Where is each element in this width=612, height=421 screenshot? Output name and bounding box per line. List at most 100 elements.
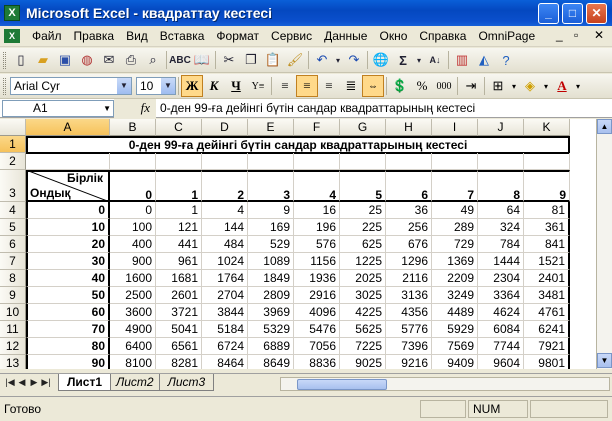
table-cell[interactable]: 1849 [248, 270, 294, 287]
cell-j2[interactable] [478, 153, 524, 170]
doc-close-icon[interactable]: ✕ [594, 28, 604, 42]
undo-icon[interactable]: ↶ [311, 49, 333, 71]
paste-icon[interactable]: 📋 [262, 49, 284, 71]
cell-d2[interactable] [202, 153, 248, 170]
permission-icon[interactable]: ◍ [76, 49, 98, 71]
cell-e2[interactable] [248, 153, 294, 170]
tens-header-cell[interactable]: 90 [26, 355, 110, 369]
autosum-dropdown-icon[interactable]: ▾ [414, 49, 424, 71]
units-header-cell[interactable]: 5 [340, 170, 386, 202]
save-icon[interactable]: ▣ [54, 49, 76, 71]
underline-button[interactable]: Ч [225, 75, 247, 97]
table-cell[interactable]: 3249 [432, 287, 478, 304]
table-cell[interactable]: 6084 [478, 321, 524, 338]
table-cell[interactable]: 1225 [340, 253, 386, 270]
minimize-icon[interactable]: _ [538, 3, 559, 24]
merge-center-icon[interactable]: ⇔ [362, 75, 384, 97]
print-preview-icon[interactable]: ⌕ [142, 49, 164, 71]
table-cell[interactable]: 2025 [340, 270, 386, 287]
first-sheet-icon[interactable]: |◀ [4, 377, 16, 388]
table-cell[interactable]: 3969 [248, 304, 294, 321]
align-left-icon[interactable]: ≡ [274, 75, 296, 97]
doc-minimize-icon[interactable]: _ [556, 28, 563, 42]
table-cell[interactable]: 4624 [478, 304, 524, 321]
table-cell[interactable]: 2601 [156, 287, 202, 304]
sheet-tab-3[interactable]: Лист3 [158, 374, 215, 391]
table-cell[interactable]: 256 [386, 219, 432, 236]
table-cell[interactable]: 0 [110, 202, 156, 219]
column-header-g[interactable]: G [340, 119, 386, 136]
table-cell[interactable]: 529 [248, 236, 294, 253]
justify-icon[interactable]: ≣ [340, 75, 362, 97]
table-cell[interactable]: 3136 [386, 287, 432, 304]
units-header-cell[interactable]: 2 [202, 170, 248, 202]
table-cell[interactable]: 144 [202, 219, 248, 236]
table-cell[interactable]: 5041 [156, 321, 202, 338]
toolbar-grip[interactable] [3, 77, 6, 95]
table-cell[interactable]: 9 [248, 202, 294, 219]
horizontal-scrollbar[interactable] [280, 377, 610, 391]
table-cell[interactable]: 1156 [294, 253, 340, 270]
table-cell[interactable]: 4225 [340, 304, 386, 321]
row-header-3[interactable]: 3 [0, 170, 26, 202]
scroll-down-icon[interactable]: ▼ [597, 353, 612, 368]
percent-icon[interactable]: % [411, 75, 433, 97]
borders-icon[interactable]: ⊞ [487, 75, 509, 97]
column-header-d[interactable]: D [202, 119, 248, 136]
column-header-e[interactable]: E [248, 119, 294, 136]
column-header-a[interactable]: A [26, 119, 110, 136]
cell-b2[interactable] [110, 153, 156, 170]
column-header-b[interactable]: B [110, 119, 156, 136]
table-cell[interactable]: 1521 [524, 253, 570, 270]
table-cell[interactable]: 5184 [202, 321, 248, 338]
tens-header-cell[interactable]: 30 [26, 253, 110, 270]
column-header-c[interactable]: C [156, 119, 202, 136]
table-cell[interactable]: 9025 [340, 355, 386, 369]
tens-header-cell[interactable]: 70 [26, 321, 110, 338]
menu-omnipage[interactable]: OmniPage [472, 29, 541, 43]
table-cell[interactable]: 324 [478, 219, 524, 236]
table-cell[interactable]: 441 [156, 236, 202, 253]
table-cell[interactable]: 100 [110, 219, 156, 236]
table-cell[interactable]: 2304 [478, 270, 524, 287]
vertical-scrollbar[interactable]: ▲ ▼ [596, 119, 612, 369]
table-cell[interactable]: 361 [524, 219, 570, 236]
table-cell[interactable]: 841 [524, 236, 570, 253]
hyperlink-icon[interactable]: 🌐 [370, 49, 392, 71]
table-cell[interactable]: 7056 [294, 338, 340, 355]
table-cell[interactable]: 5776 [386, 321, 432, 338]
text-direction-icon[interactable]: Y≡ [247, 75, 269, 97]
table-cell[interactable]: 8464 [202, 355, 248, 369]
table-cell[interactable]: 784 [478, 236, 524, 253]
column-header-f[interactable]: F [294, 119, 340, 136]
undo-dropdown-icon[interactable]: ▾ [333, 49, 343, 71]
chevron-down-icon[interactable]: ▼ [117, 78, 131, 94]
table-cell[interactable]: 2916 [294, 287, 340, 304]
units-header-cell[interactable]: 6 [386, 170, 432, 202]
table-cell[interactable]: 4356 [386, 304, 432, 321]
tens-header-cell[interactable]: 20 [26, 236, 110, 253]
table-cell[interactable]: 576 [294, 236, 340, 253]
next-sheet-icon[interactable]: ▶ [28, 377, 40, 388]
table-cell[interactable]: 5929 [432, 321, 478, 338]
table-cell[interactable]: 1764 [202, 270, 248, 287]
print-icon[interactable]: ⎙ [120, 49, 142, 71]
table-cell[interactable]: 8100 [110, 355, 156, 369]
units-header-cell[interactable]: 9 [524, 170, 570, 202]
table-cell[interactable]: 2500 [110, 287, 156, 304]
units-header-cell[interactable]: 7 [432, 170, 478, 202]
table-cell[interactable]: 225 [340, 219, 386, 236]
menu-insert[interactable]: Вставка [154, 29, 211, 43]
menu-data[interactable]: Данные [318, 29, 373, 43]
fill-color-icon[interactable]: ◈ [519, 75, 541, 97]
table-cell[interactable]: 2809 [248, 287, 294, 304]
menu-format[interactable]: Формат [210, 29, 265, 43]
menu-help[interactable]: Справка [413, 29, 472, 43]
autosum-icon[interactable]: Σ [392, 49, 414, 71]
sort-ascending-icon[interactable]: A↓ [424, 49, 446, 71]
row-header-12[interactable]: 12 [0, 338, 26, 355]
scroll-up-icon[interactable]: ▲ [597, 119, 612, 134]
font-name-combo[interactable]: Arial Cyr ▼ [10, 77, 132, 95]
table-cell[interactable]: 16 [294, 202, 340, 219]
table-cell[interactable]: 900 [110, 253, 156, 270]
